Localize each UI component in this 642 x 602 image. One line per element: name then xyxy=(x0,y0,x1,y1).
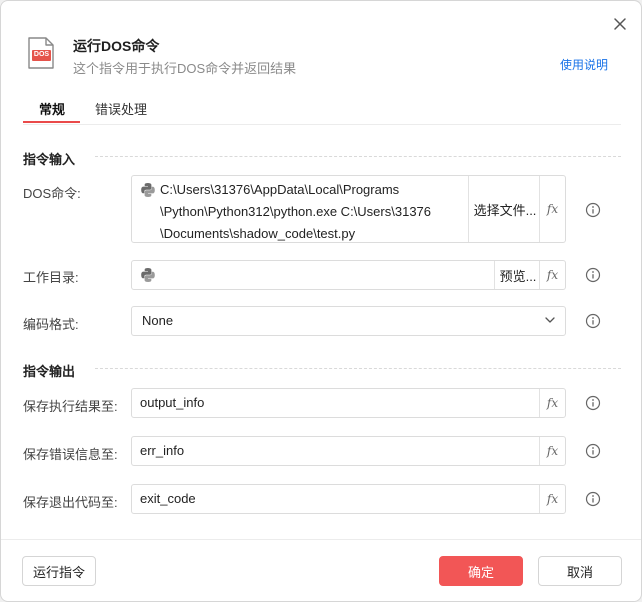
select-file-button[interactable]: 选择文件... xyxy=(468,176,541,242)
fx-icon[interactable]: fx xyxy=(539,437,565,465)
encoding-value: None xyxy=(142,313,174,328)
ok-button[interactable]: 确定 xyxy=(439,556,523,586)
python-icon xyxy=(140,182,156,198)
info-icon[interactable] xyxy=(585,395,601,411)
encoding-label: 编码格式: xyxy=(23,317,79,332)
chevron-down-icon xyxy=(544,314,556,326)
dos-command-field[interactable]: C:\Users\31376\AppData\Local\Programs \P… xyxy=(131,175,566,243)
error-var-label: 保存错误信息至: xyxy=(23,447,118,462)
result-var-label: 保存执行结果至: xyxy=(23,399,118,414)
exit-code-value: exit_code xyxy=(140,491,196,506)
close-icon[interactable] xyxy=(609,13,631,35)
section-output-title: 指令输出 xyxy=(23,364,76,379)
run-command-button[interactable]: 运行指令 xyxy=(22,556,96,586)
error-var-value: err_info xyxy=(140,443,185,458)
help-link[interactable]: 使用说明 xyxy=(560,56,608,73)
dos-icon-text: DOS xyxy=(33,51,50,58)
result-var-value: output_info xyxy=(140,395,205,410)
dos-command-label: DOS命令: xyxy=(23,186,81,201)
section-input-title: 指令输入 xyxy=(23,152,76,167)
dos-command-line-1: C:\Users\31376\AppData\Local\Programs xyxy=(160,182,400,197)
work-dir-field[interactable]: 预览... fx xyxy=(131,260,566,290)
exit-code-input[interactable]: exit_code fx xyxy=(131,484,566,514)
fx-icon[interactable]: fx xyxy=(539,261,565,289)
fx-icon[interactable]: fx xyxy=(539,389,565,417)
dos-command-line-3: \Documents\shadow_code\test.py xyxy=(160,226,356,241)
fx-icon[interactable]: fx xyxy=(539,485,565,513)
dialog-title: 运行DOS命令 xyxy=(73,38,160,54)
preview-button[interactable]: 预览... xyxy=(494,261,541,289)
dos-file-icon: DOS xyxy=(27,37,55,69)
fx-icon[interactable]: fx xyxy=(539,176,565,242)
section-divider xyxy=(95,156,621,157)
dialog-subtitle: 这个指令用于执行DOS命令并返回结果 xyxy=(73,61,297,76)
result-var-input[interactable]: output_info fx xyxy=(131,388,566,418)
encoding-select[interactable]: None xyxy=(131,306,566,336)
tab-error-handling[interactable]: 错误处理 xyxy=(95,99,147,118)
info-icon[interactable] xyxy=(585,443,601,459)
dos-command-line-2: \Python\Python312\python.exe C:\Users\31… xyxy=(160,204,432,219)
info-icon[interactable] xyxy=(585,202,601,218)
info-icon[interactable] xyxy=(585,313,601,329)
info-icon[interactable] xyxy=(585,491,601,507)
tab-bar: 常规 错误处理 xyxy=(23,97,621,125)
section-divider xyxy=(95,368,621,369)
work-dir-label: 工作目录: xyxy=(23,270,79,285)
python-icon xyxy=(140,267,156,283)
tab-general[interactable]: 常规 xyxy=(39,99,65,118)
exit-code-label: 保存退出代码至: xyxy=(23,495,118,510)
active-tab-indicator xyxy=(23,121,80,123)
dialog: DOS 运行DOS命令 这个指令用于执行DOS命令并返回结果 使用说明 常规 错… xyxy=(0,0,642,602)
cancel-button[interactable]: 取消 xyxy=(538,556,622,586)
error-var-input[interactable]: err_info fx xyxy=(131,436,566,466)
footer-divider xyxy=(1,539,641,540)
info-icon[interactable] xyxy=(585,267,601,283)
